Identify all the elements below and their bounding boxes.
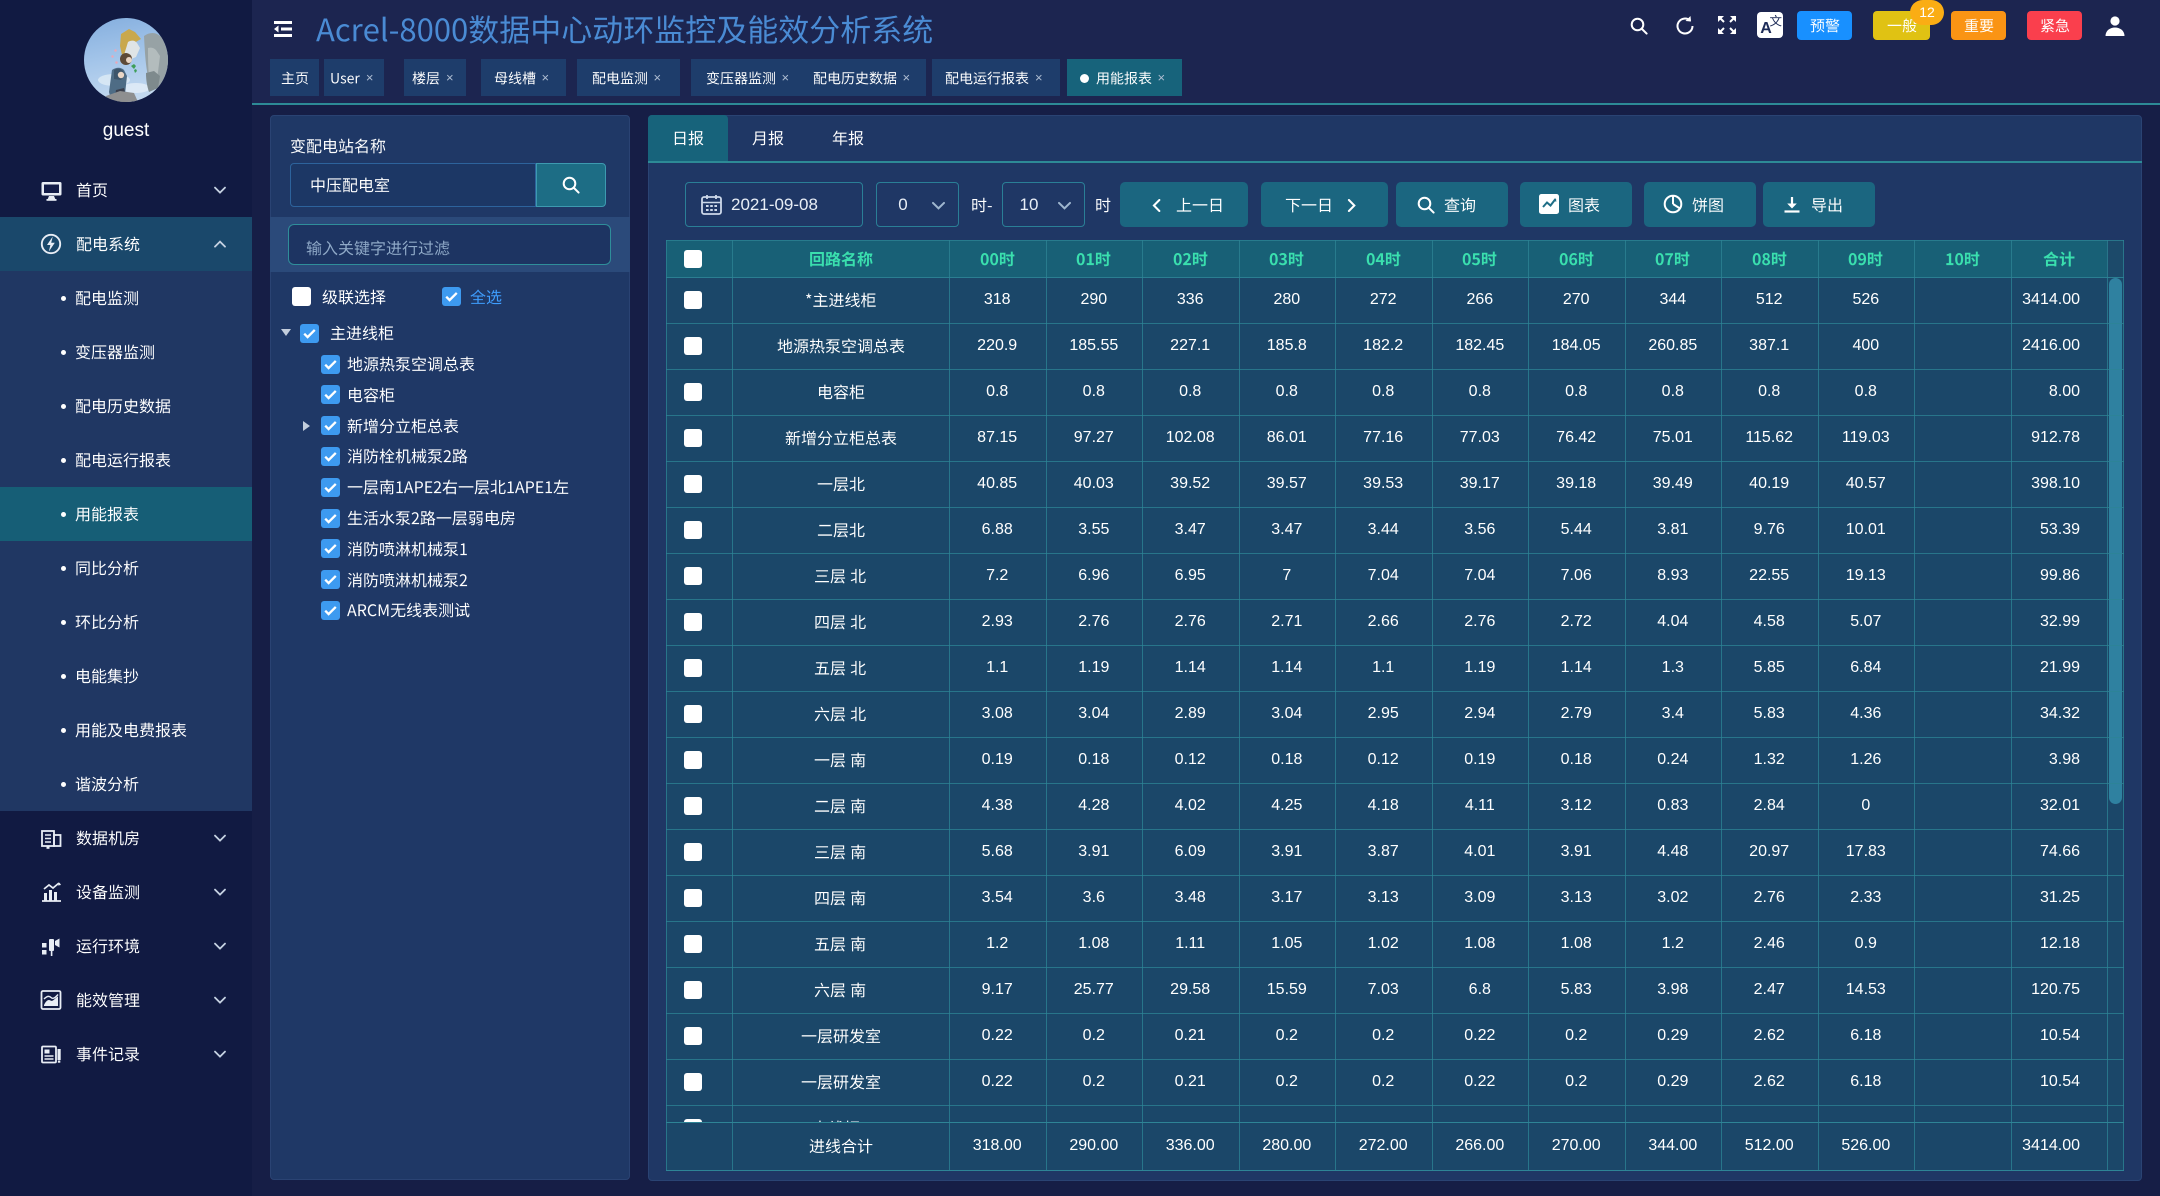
svg-text:A: A [1760, 20, 1772, 37]
